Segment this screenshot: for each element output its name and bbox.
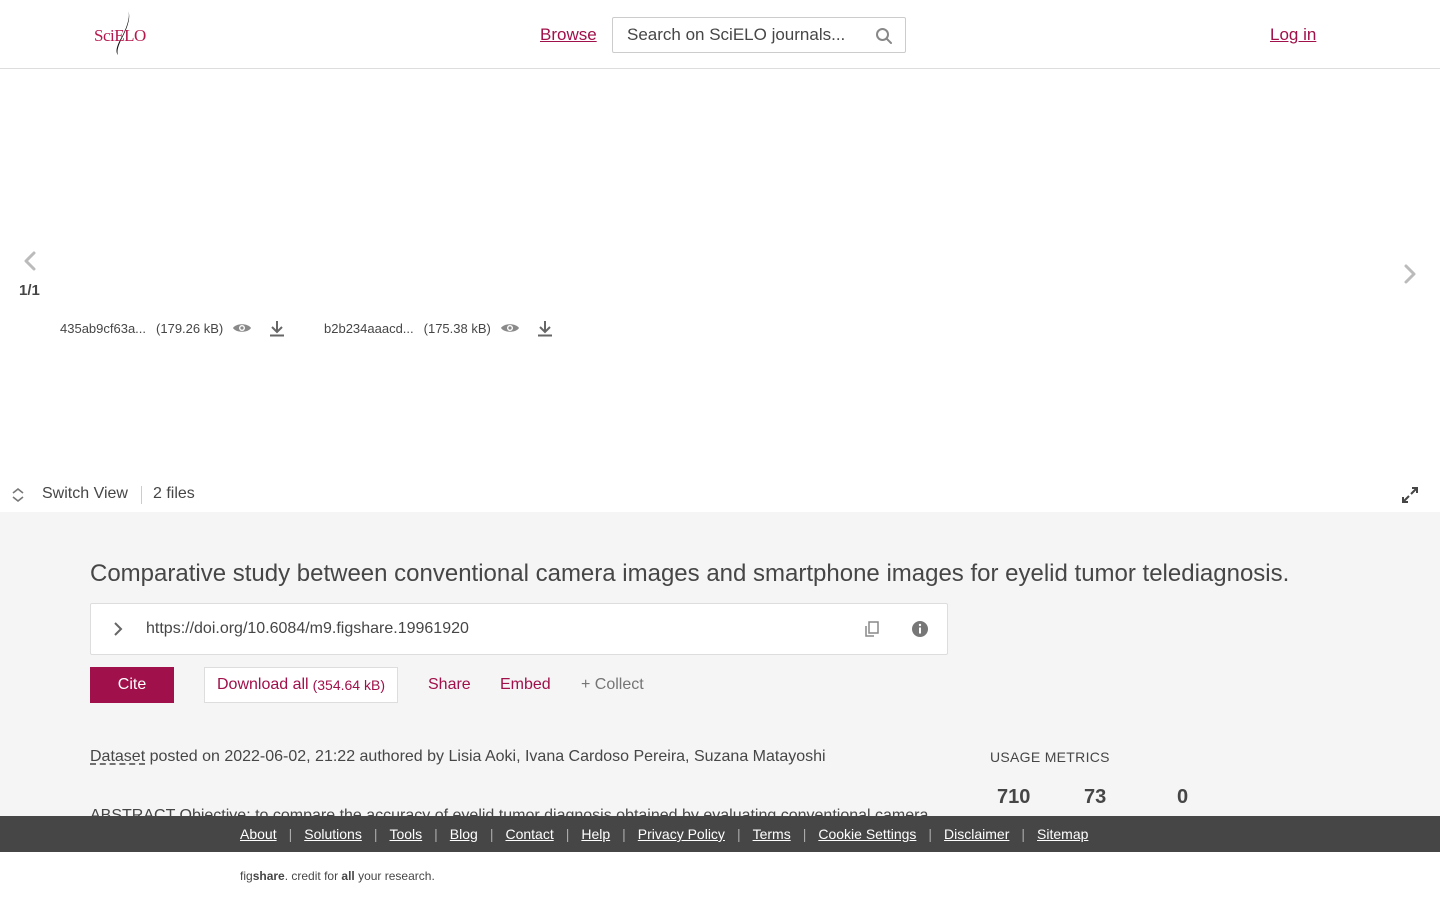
- footer-link-about[interactable]: About: [240, 826, 277, 842]
- preview-eye-icon[interactable]: [500, 321, 520, 335]
- file-size: (175.38 kB): [423, 320, 491, 336]
- info-icon[interactable]: [911, 620, 929, 638]
- download-all-button[interactable]: Download all (354.64 kB): [204, 667, 398, 703]
- search-input[interactable]: [613, 18, 863, 52]
- logo-text: SciELO: [94, 26, 146, 45]
- file-name[interactable]: b2b234aaacd...: [324, 321, 414, 336]
- embed-button[interactable]: Embed: [500, 676, 551, 694]
- share-button[interactable]: Share: [428, 676, 471, 694]
- footer-link-blog[interactable]: Blog: [450, 826, 478, 842]
- footer-link-sitemap[interactable]: Sitemap: [1037, 826, 1088, 842]
- browse-link[interactable]: Browse: [540, 25, 597, 45]
- download-icon[interactable]: [268, 319, 286, 337]
- footer-link-solutions[interactable]: Solutions: [304, 826, 362, 842]
- download-all-size: (354.64 kB): [312, 677, 385, 693]
- usage-metrics-label: USAGE METRICS: [990, 749, 1110, 765]
- previous-arrow-icon[interactable]: [20, 250, 40, 272]
- collect-button[interactable]: + Collect: [581, 676, 644, 694]
- site-footer: About | Solutions | Tools | Blog | Contact | …: [0, 816, 1440, 852]
- file-item: 435ab9cf63a... (179.26 kB): [60, 318, 286, 338]
- file-name[interactable]: 435ab9cf63a...: [60, 321, 146, 336]
- next-arrow-icon[interactable]: [1400, 263, 1420, 285]
- viewer-toolbar: Switch View 2 files: [0, 478, 1440, 512]
- footer-link-tools[interactable]: Tools: [389, 826, 422, 842]
- credit-share: share: [252, 869, 285, 883]
- doi-box: https://doi.org/10.6084/m9.figshare.1996…: [90, 603, 948, 655]
- posted-text: posted on 2022-06-02, 21:22 authored by …: [145, 748, 826, 765]
- footer-link-cookies[interactable]: Cookie Settings: [818, 826, 916, 842]
- toolbar-divider: [141, 486, 142, 504]
- footer-link-contact[interactable]: Contact: [505, 826, 553, 842]
- metric-views: 710: [997, 786, 1031, 808]
- file-item: b2b234aaacd... (175.38 kB): [324, 318, 554, 338]
- preview-eye-icon[interactable]: [232, 321, 252, 335]
- credit-mid: . credit for: [284, 869, 342, 883]
- download-all-label: Download all: [217, 676, 309, 693]
- page-title: Comparative study between conventional c…: [90, 560, 1290, 587]
- footer-link-privacy[interactable]: Privacy Policy: [638, 826, 725, 842]
- login-link[interactable]: Log in: [1270, 25, 1316, 45]
- file-size: (179.26 kB): [156, 320, 224, 336]
- credit-end: your research.: [354, 869, 435, 883]
- download-icon[interactable]: [536, 319, 554, 337]
- files-count: 2 files: [153, 485, 195, 502]
- abstract-text: ABSTRACT Objective: to compare the accur…: [90, 807, 929, 816]
- cite-button[interactable]: Cite: [90, 667, 174, 703]
- posted-info: Dataset posted on 2022-06-02, 21:22 auth…: [90, 748, 826, 766]
- credit-all: all: [341, 869, 355, 883]
- figshare-credit: figshare. credit for all your research.: [240, 869, 435, 883]
- page-counter: 1/1: [19, 282, 40, 299]
- footer-links: About | Solutions | Tools | Blog | Contact | …: [240, 826, 1089, 842]
- metric-downloads: 73: [1084, 786, 1107, 808]
- switch-view-button[interactable]: Switch View: [42, 485, 128, 503]
- site-header: SciELO Browse Log in: [0, 0, 1440, 69]
- fullscreen-icon[interactable]: [1401, 486, 1419, 504]
- search-icon[interactable]: [875, 27, 893, 45]
- copy-icon[interactable]: [863, 620, 881, 638]
- scielo-logo[interactable]: SciELO: [92, 8, 146, 58]
- footer-link-disclaimer[interactable]: Disclaimer: [944, 826, 1009, 842]
- credit-fig: fig: [240, 869, 253, 883]
- doi-link[interactable]: https://doi.org/10.6084/m9.figshare.1996…: [146, 620, 469, 638]
- chevron-right-icon[interactable]: [111, 620, 125, 638]
- item-type[interactable]: Dataset: [90, 748, 145, 765]
- footer-link-terms[interactable]: Terms: [753, 826, 791, 842]
- item-details: Comparative study between conventional c…: [0, 512, 1440, 816]
- metric-citations: 0: [1177, 786, 1189, 808]
- switch-view-icon[interactable]: [10, 487, 26, 503]
- search-box: [612, 17, 906, 53]
- footer-link-help[interactable]: Help: [581, 826, 610, 842]
